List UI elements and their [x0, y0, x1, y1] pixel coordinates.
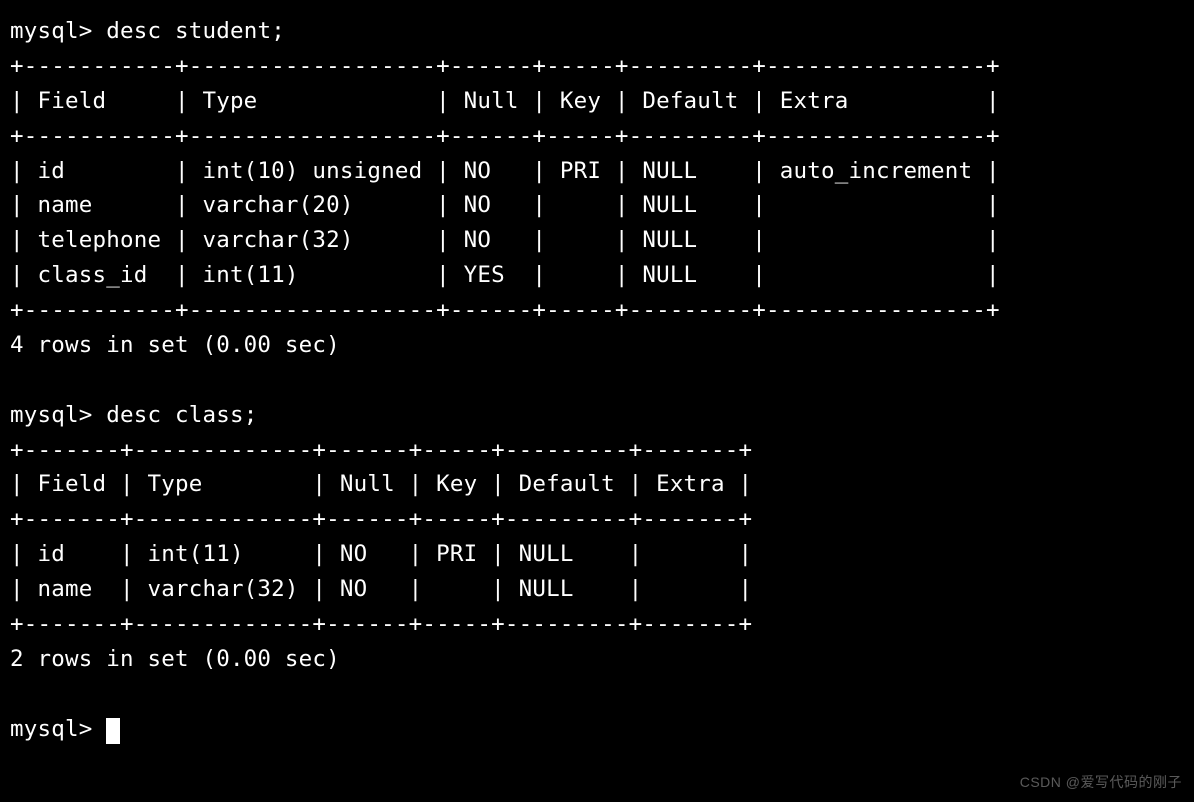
table1-rows: | id | int(10) unsigned | NO | PRI | NUL…: [10, 158, 1000, 289]
command-2: desc class;: [106, 402, 257, 428]
command-1: desc student;: [106, 18, 285, 44]
prompt: mysql>: [10, 18, 92, 44]
table1-header: | Field | Type | Null | Key | Default | …: [10, 88, 1000, 114]
cursor[interactable]: [106, 718, 120, 744]
terminal-output: mysql> desc student; +-----------+------…: [0, 0, 1194, 756]
table2-border-mid: +-------+-------------+------+-----+----…: [10, 506, 752, 532]
table1-footer: 4 rows in set (0.00 sec): [10, 332, 340, 358]
prompt: mysql>: [10, 402, 92, 428]
table1-border-bot: +-----------+------------------+------+-…: [10, 297, 1000, 323]
table1-border-top: +-----------+------------------+------+-…: [10, 53, 1000, 79]
table2-border-bot: +-------+-------------+------+-----+----…: [10, 611, 752, 637]
table2-footer: 2 rows in set (0.00 sec): [10, 646, 340, 672]
table2-header: | Field | Type | Null | Key | Default | …: [10, 471, 752, 497]
prompt: mysql>: [10, 716, 92, 742]
table1-border-mid: +-----------+------------------+------+-…: [10, 123, 1000, 149]
watermark: CSDN @爱写代码的刚子: [1020, 772, 1182, 792]
table2-rows: | id | int(11) | NO | PRI | NULL | | | n…: [10, 541, 752, 602]
table2-border-top: +-------+-------------+------+-----+----…: [10, 437, 752, 463]
